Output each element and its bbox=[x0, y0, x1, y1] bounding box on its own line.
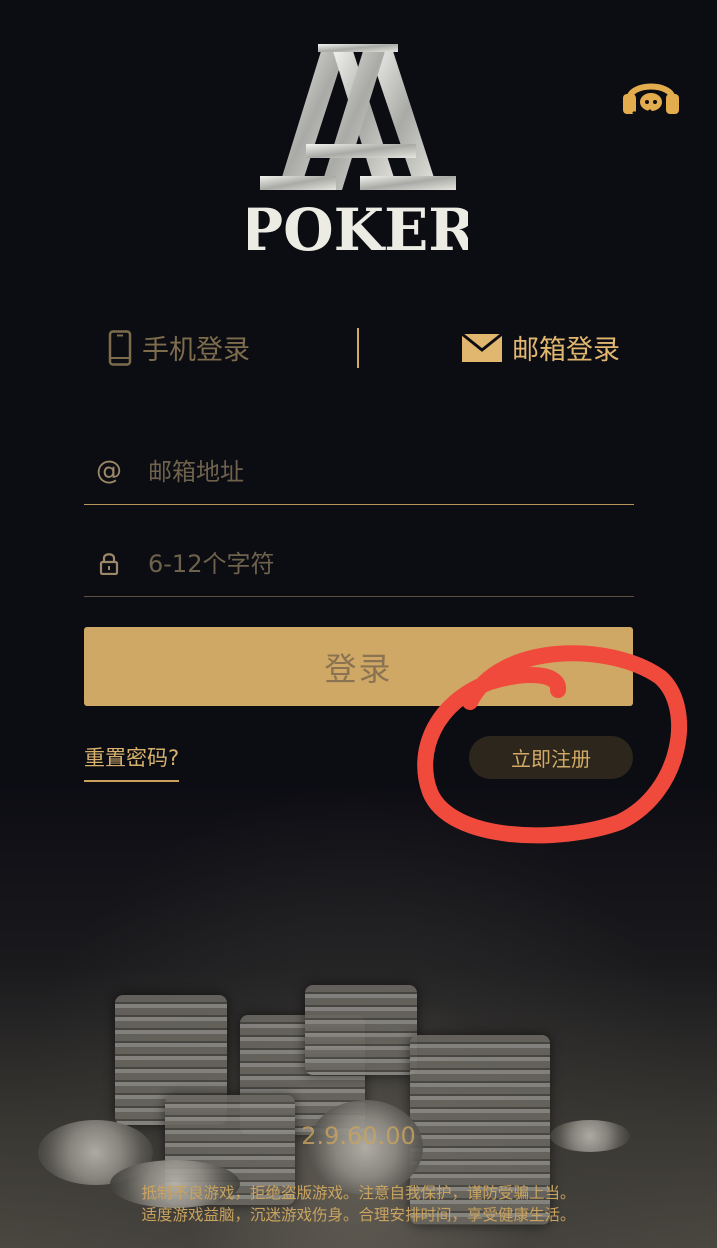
password-input[interactable] bbox=[146, 538, 620, 590]
tab-email-login[interactable]: 邮箱登录 bbox=[462, 328, 620, 367]
phone-icon bbox=[108, 329, 132, 366]
login-button[interactable]: 登录 bbox=[84, 627, 633, 706]
tab-divider bbox=[357, 328, 359, 368]
envelope-icon bbox=[462, 332, 502, 362]
headset-icon bbox=[623, 83, 679, 115]
email-field: @ bbox=[84, 440, 634, 505]
lock-icon bbox=[94, 548, 124, 578]
password-field bbox=[84, 532, 634, 597]
email-input[interactable] bbox=[146, 446, 620, 498]
version-label: 2.9.60.00 bbox=[301, 1122, 416, 1150]
poker-chips-background bbox=[0, 780, 717, 1248]
logo-text: POKER bbox=[248, 196, 468, 256]
tab-email-label: 邮箱登录 bbox=[512, 335, 620, 366]
disclaimer-line-2: 适度游戏益脑，沉迷游戏伤身。合理安排时间，享受健康生活。 bbox=[141, 1206, 576, 1224]
aa-poker-logo: POKER bbox=[240, 44, 477, 264]
health-disclaimer: 抵制不良游戏，拒绝盗版游戏。注意自我保护，谨防受骗上当。 适度游戏益脑，沉迷游戏… bbox=[0, 1182, 717, 1226]
disclaimer-line-1: 抵制不良游戏，拒绝盗版游戏。注意自我保护，谨防受骗上当。 bbox=[141, 1184, 576, 1202]
at-icon: @ bbox=[96, 456, 122, 486]
chip-stack bbox=[305, 985, 417, 1075]
tab-phone-label: 手机登录 bbox=[142, 335, 250, 366]
customer-service-button[interactable] bbox=[621, 72, 681, 120]
login-method-tabs: 手机登录 邮箱登录 bbox=[84, 320, 634, 380]
tab-phone-login[interactable]: 手机登录 bbox=[108, 328, 250, 367]
register-button[interactable]: 立即注册 bbox=[469, 736, 633, 779]
reset-password-link[interactable]: 重置密码? bbox=[84, 742, 180, 782]
